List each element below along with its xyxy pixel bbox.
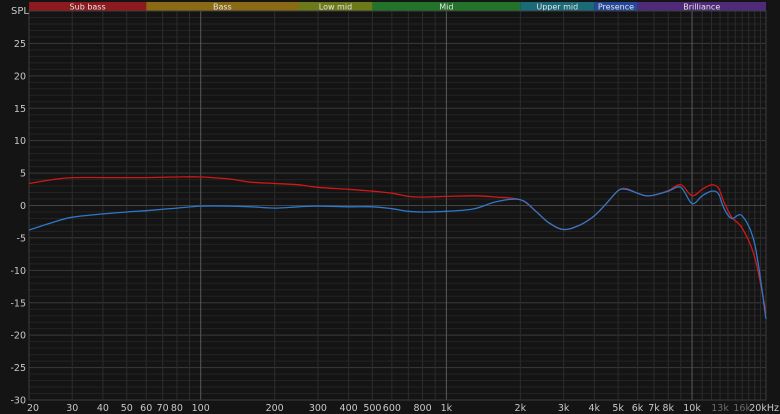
x-tick-label: 800	[414, 403, 432, 414]
y-tick-label: -5	[17, 233, 26, 244]
x-tick-label: 600	[383, 403, 401, 414]
x-tick-label: 10k	[683, 403, 701, 414]
x-tick-label: 400	[340, 403, 358, 414]
x-tick-label: 6k	[632, 403, 644, 414]
x-tick-label: 4k	[589, 403, 601, 414]
x-tick-label: 8k	[662, 403, 674, 414]
x-tick-label: 5k	[612, 403, 624, 414]
y-tick-label: -25	[10, 363, 26, 374]
band-label: Low mid	[319, 3, 352, 12]
y-tick-label: 5	[20, 169, 26, 180]
x-tick-label: 300	[309, 403, 327, 414]
band-label: Bass	[213, 3, 232, 12]
x-tick-label: 20	[27, 403, 39, 414]
y-tick-label: 10	[14, 136, 26, 147]
y-tick-label: 25	[14, 39, 26, 50]
x-tick-label: 40	[97, 403, 109, 414]
x-tick-label: 60	[140, 403, 152, 414]
y-tick-label: 0	[20, 201, 26, 212]
x-tick-label: 200	[266, 403, 284, 414]
y-axis-label: SPL	[11, 6, 29, 17]
x-tick-label: 3k	[558, 403, 570, 414]
x-tick-label: 50	[121, 403, 133, 414]
x-tick-label: 7k	[648, 403, 660, 414]
band-label: Mid	[439, 3, 453, 12]
x-tick-label: 30	[66, 403, 78, 414]
frequency-response-chart: Sub bass Bass Low mid Mid Upper mid Presence B…	[0, 0, 780, 414]
y-tick-label: -15	[10, 298, 26, 309]
y-tick-label: 20	[14, 71, 26, 82]
y-tick-label: 15	[14, 104, 26, 115]
grid	[28, 10, 767, 401]
x-tick-label: 500	[363, 403, 381, 414]
y-tick-label: -20	[10, 331, 26, 342]
band-label: Presence	[598, 3, 634, 12]
frequency-bands: Sub bass Bass Low mid Mid Upper mid Presence B…	[29, 2, 766, 12]
x-tick-label: 13k	[711, 403, 729, 414]
chart-background	[0, 0, 780, 414]
band-label: Sub bass	[70, 3, 106, 12]
x-tick-label: 1k	[441, 403, 453, 414]
band-label: Upper mid	[536, 3, 578, 12]
band-label: Brilliance	[683, 3, 720, 12]
x-tick-label: 100	[192, 403, 210, 414]
x-tick-label: 2k	[515, 403, 527, 414]
y-tick-label: -10	[10, 266, 26, 277]
x-tick-label: 20kHz	[749, 403, 779, 414]
x-tick-label: 70	[157, 403, 169, 414]
x-tick-label: 80	[171, 403, 183, 414]
y-tick-label: -30	[10, 396, 26, 407]
